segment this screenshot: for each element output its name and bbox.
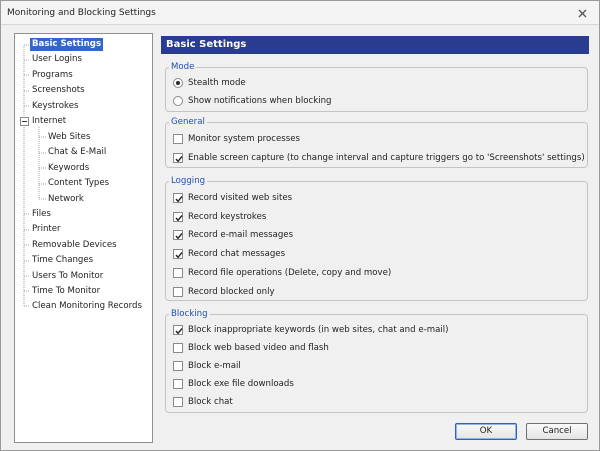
logging-group-title: Logging <box>169 175 208 187</box>
tree-collapse-internet-icon[interactable] <box>20 117 29 126</box>
block-web-video-option[interactable]: Block web based video and flash <box>173 341 329 354</box>
show-notifications-radio[interactable] <box>173 95 183 106</box>
checkmark-icon <box>175 251 183 258</box>
block-web-video-checkbox[interactable] <box>173 342 183 353</box>
monitor-system-processes-label: Monitor system processes <box>188 133 300 144</box>
tree-item-files[interactable]: Files <box>30 208 53 221</box>
block-chat-checkbox[interactable] <box>173 396 183 407</box>
tree-item-screenshots[interactable]: Screenshots <box>30 84 87 97</box>
tree-item-web-sites[interactable]: Web Sites <box>46 131 92 144</box>
tree-item-removable-devices[interactable]: Removable Devices <box>30 239 119 252</box>
record-blocked-only-option[interactable]: Record blocked only <box>173 285 275 298</box>
block-inappropriate-keywords-checkbox[interactable] <box>173 324 183 335</box>
tree-item-time-changes[interactable]: Time Changes <box>30 254 95 267</box>
checkmark-icon <box>175 232 183 239</box>
enable-screen-capture-label: Enable screen capture (to change interva… <box>188 152 585 163</box>
record-email-messages-option[interactable]: Record e-mail messages <box>173 228 293 241</box>
record-keystrokes-checkbox[interactable] <box>173 211 183 222</box>
block-web-video-label: Block web based video and flash <box>188 342 329 353</box>
monitor-system-processes-checkbox[interactable] <box>173 133 183 144</box>
block-chat-label: Block chat <box>188 396 233 407</box>
tree-item-printer[interactable]: Printer <box>30 223 63 236</box>
show-notifications-option[interactable]: Show notifications when blocking <box>173 94 332 107</box>
blocking-group: Blocking Block inappropriate keywords (i… <box>165 308 588 413</box>
record-blocked-only-checkbox[interactable] <box>173 286 183 297</box>
record-file-operations-option[interactable]: Record file operations (Delete, copy and… <box>173 266 391 279</box>
tree-item-keywords[interactable]: Keywords <box>46 162 91 175</box>
record-file-operations-label: Record file operations (Delete, copy and… <box>188 267 392 278</box>
block-inappropriate-keywords-label: Block inappropriate keywords (in web sit… <box>188 324 449 335</box>
tree-item-network[interactable]: Network <box>46 193 86 206</box>
settings-tree[interactable]: Basic Settings User Logins Programs Scre… <box>14 33 153 443</box>
tree-item-time-to-monitor[interactable]: Time To Monitor <box>30 285 102 298</box>
tree-item-chat-email[interactable]: Chat & E-Mail <box>46 146 108 159</box>
tree-item-basic-settings[interactable]: Basic Settings <box>30 38 104 51</box>
stealth-mode-radio[interactable] <box>173 77 183 88</box>
close-icon[interactable] <box>575 6 589 20</box>
ok-button[interactable]: OK <box>455 423 517 440</box>
record-chat-messages-label: Record chat messages <box>188 248 286 259</box>
stealth-mode-option[interactable]: Stealth mode <box>173 76 246 89</box>
block-exe-downloads-checkbox[interactable] <box>173 378 183 389</box>
mode-group: Mode Stealth mode Show notifications whe… <box>165 61 588 112</box>
block-email-label: Block e-mail <box>188 360 241 371</box>
content-header: Basic Settings <box>161 36 589 54</box>
record-visited-web-sites-option[interactable]: Record visited web sites <box>173 191 292 204</box>
record-visited-web-sites-label: Record visited web sites <box>188 192 293 203</box>
tree-item-content-types[interactable]: Content Types <box>46 177 111 190</box>
block-inappropriate-keywords-option[interactable]: Block inappropriate keywords (in web sit… <box>173 323 448 336</box>
record-keystrokes-option[interactable]: Record keystrokes <box>173 210 266 223</box>
tree-item-keystrokes[interactable]: Keystrokes <box>30 100 80 113</box>
checkmark-icon <box>175 214 183 221</box>
checkmark-icon <box>175 195 183 202</box>
enable-screen-capture-checkbox[interactable] <box>173 152 183 163</box>
block-exe-downloads-option[interactable]: Block exe file downloads <box>173 377 294 390</box>
record-chat-messages-option[interactable]: Record chat messages <box>173 247 285 260</box>
checkmark-icon <box>175 155 183 162</box>
tree-item-clean-monitoring-records[interactable]: Clean Monitoring Records <box>30 300 144 313</box>
tree-item-internet[interactable]: Internet <box>30 115 68 128</box>
logging-group: Logging Record visited web sites Record … <box>165 175 588 301</box>
stealth-mode-label: Stealth mode <box>188 77 246 88</box>
title-bar: Monitoring and Blocking Settings <box>1 1 599 25</box>
record-email-messages-checkbox[interactable] <box>173 229 183 240</box>
checkmark-icon <box>175 327 183 334</box>
tree-item-programs[interactable]: Programs <box>30 69 75 82</box>
record-chat-messages-checkbox[interactable] <box>173 248 183 259</box>
record-keystrokes-label: Record keystrokes <box>188 211 267 222</box>
block-email-checkbox[interactable] <box>173 360 183 371</box>
block-exe-downloads-label: Block exe file downloads <box>188 378 294 389</box>
tree-item-user-logins[interactable]: User Logins <box>30 53 84 66</box>
record-file-operations-checkbox[interactable] <box>173 267 183 278</box>
mode-group-title: Mode <box>169 61 197 73</box>
window-title: Monitoring and Blocking Settings <box>7 8 156 18</box>
block-email-option[interactable]: Block e-mail <box>173 359 241 372</box>
settings-dialog: Monitoring and Blocking Settings Basic S… <box>0 0 600 451</box>
general-group: General Monitor system processes Enable … <box>165 116 588 168</box>
tree-item-users-to-monitor[interactable]: Users To Monitor <box>30 270 105 283</box>
enable-screen-capture-option[interactable]: Enable screen capture (to change interva… <box>173 151 585 164</box>
record-blocked-only-label: Record blocked only <box>188 286 275 297</box>
general-group-title: General <box>169 116 207 128</box>
blocking-group-title: Blocking <box>169 308 210 320</box>
cancel-button[interactable]: Cancel <box>526 423 588 440</box>
monitor-system-processes-option[interactable]: Monitor system processes <box>173 132 300 145</box>
record-email-messages-label: Record e-mail messages <box>188 229 294 240</box>
record-visited-web-sites-checkbox[interactable] <box>173 192 183 203</box>
block-chat-option[interactable]: Block chat <box>173 395 233 408</box>
show-notifications-label: Show notifications when blocking <box>188 95 332 106</box>
